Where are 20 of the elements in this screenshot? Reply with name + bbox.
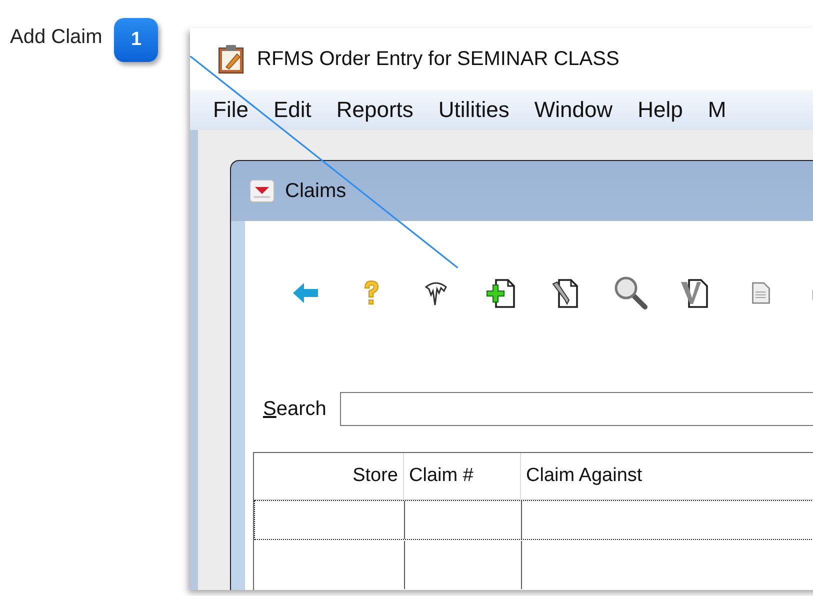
column-header[interactable]: Store — [254, 453, 404, 499]
callout-number: 1 — [114, 18, 158, 62]
window-title: RFMS Order Entry for SEMINAR CLASS — [257, 48, 620, 70]
column-header[interactable]: Claim # — [404, 453, 521, 499]
add-document-icon[interactable] — [484, 276, 518, 310]
column-header[interactable]: Claim Against — [521, 453, 813, 499]
menu-item[interactable]: Edit — [273, 97, 312, 123]
table-row[interactable] — [254, 500, 813, 540]
clipboard-icon — [217, 44, 245, 74]
search-field[interactable] — [340, 392, 813, 426]
menu-item[interactable]: M — [708, 97, 726, 123]
menu-item[interactable]: Utilities — [438, 97, 510, 123]
callout-label: Add Claim — [10, 26, 102, 48]
window-title: Claims — [285, 180, 346, 202]
search-icon[interactable] — [612, 275, 648, 311]
search-label: Search — [263, 398, 326, 420]
menu-item[interactable]: Reports — [336, 97, 414, 123]
menu-item[interactable]: File — [213, 97, 248, 123]
menu-item[interactable]: Window — [534, 97, 613, 123]
menu-item[interactable]: Help — [638, 97, 683, 123]
